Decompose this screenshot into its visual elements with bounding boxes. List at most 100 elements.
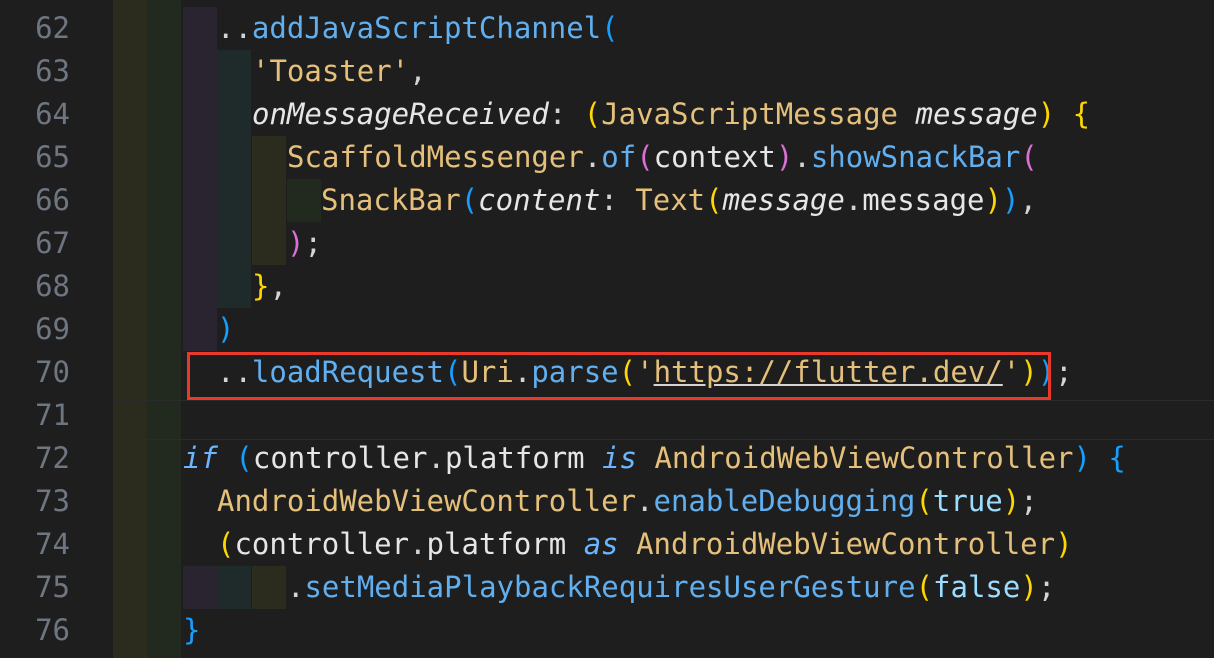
code-line[interactable]: 69) <box>0 308 1214 351</box>
code-line[interactable]: 73 AndroidWebViewController.enableDebuggi… <box>0 480 1214 523</box>
code-token: controller <box>252 441 428 475</box>
code-text[interactable]: .setMediaPlaybackRequiresUserGesture(fal… <box>287 566 1055 609</box>
code-token: ( <box>915 484 933 518</box>
indent-guide <box>217 179 251 222</box>
code-line[interactable]: 74 (controller.platform as AndroidWebView… <box>0 523 1214 566</box>
code-token: ) <box>775 140 794 174</box>
code-token: ) <box>287 226 305 260</box>
code-token: ; <box>1037 570 1056 604</box>
code-token: ) <box>1037 97 1073 131</box>
code-text[interactable]: ScaffoldMessenger.of(context).showSnackB… <box>287 136 1038 179</box>
code-token: ) <box>1073 441 1109 475</box>
indent-guide <box>183 222 217 265</box>
highlight-box <box>187 352 1051 400</box>
code-token: . <box>793 140 811 174</box>
line-number: 74 <box>35 527 70 561</box>
code-token: platform <box>426 527 584 561</box>
code-token: . <box>583 140 602 174</box>
code-line[interactable]: 62 ..addJavaScriptChannel( <box>0 7 1214 50</box>
line-number: 73 <box>35 484 70 518</box>
code-token: . <box>427 441 445 475</box>
code-token: context <box>653 140 776 174</box>
code-token: , <box>409 54 427 88</box>
code-token: . <box>844 183 863 217</box>
indent-guide <box>217 566 251 609</box>
code-text[interactable]: } <box>183 609 200 652</box>
indent-guide <box>217 93 251 136</box>
code-token: } <box>252 269 270 303</box>
code-editor[interactable]: 62 ..addJavaScriptChannel( 63 'Toaster', 64 o… <box>0 0 1214 658</box>
code-text[interactable]: SnackBar(content: Text(message.message))… <box>321 179 1037 222</box>
code-token: : <box>600 183 636 217</box>
code-token: true <box>932 484 1003 518</box>
code-token: AndroidWebViewController <box>618 527 1056 561</box>
code-token: ( <box>583 97 602 131</box>
code-text[interactable]: AndroidWebViewController.enableDebugging… <box>217 480 1038 523</box>
code-token: content <box>478 183 601 217</box>
code-text[interactable]: 'Toaster', <box>252 50 427 93</box>
code-token: message <box>862 183 985 217</box>
code-token: ScaffoldMessenger <box>287 140 584 174</box>
code-text[interactable]: ) <box>217 308 234 351</box>
line-number: 72 <box>35 441 70 475</box>
code-token: ) <box>1002 484 1021 518</box>
indent-guide <box>183 93 217 136</box>
line-number: 71 <box>35 398 70 432</box>
line-number: 62 <box>35 11 70 45</box>
code-token: 'Toaster' <box>252 54 410 88</box>
code-token: Text <box>635 183 706 217</box>
code-text[interactable]: if (controller.platform is AndroidWebVie… <box>183 437 1126 480</box>
line-number: 63 <box>35 54 70 88</box>
code-token: ; <box>304 226 322 260</box>
code-token: false <box>933 570 1021 604</box>
code-token: ( <box>1020 140 1038 174</box>
code-line[interactable]: 75 .setMediaPlaybackRequiresUserGesture(f… <box>0 566 1214 609</box>
code-token: . <box>409 527 427 561</box>
indent-guide <box>252 179 286 222</box>
code-token: enableDebugging <box>653 484 916 518</box>
code-text[interactable]: }, <box>252 265 287 308</box>
indent-guide <box>183 308 217 351</box>
indent-guide <box>217 136 251 179</box>
code-text[interactable]: (controller.platform as AndroidWebViewCo… <box>217 523 1073 566</box>
indent-guide <box>252 566 286 609</box>
code-token: message <box>915 97 1038 131</box>
code-line[interactable]: 65 ScaffoldMessenger.of(context).showSnac… <box>0 136 1214 179</box>
indent-guide <box>217 50 251 93</box>
code-token: . <box>287 570 305 604</box>
line-number: 76 <box>35 613 70 647</box>
code-token: ) <box>984 183 1002 217</box>
code-token: ( <box>705 183 723 217</box>
code-line[interactable]: 67); <box>0 222 1214 265</box>
code-text[interactable]: onMessageReceived: (JavaScriptMessage me… <box>252 93 1090 136</box>
line-number: 66 <box>35 183 70 217</box>
code-text[interactable]: ); <box>287 222 322 265</box>
code-token: , <box>269 269 287 303</box>
code-line[interactable]: 72 if (controller.platform is AndroidWebV… <box>0 437 1214 480</box>
code-token: is <box>602 441 637 475</box>
code-line[interactable]: 64 onMessageReceived: (JavaScriptMessage … <box>0 93 1214 136</box>
code-token: ) <box>1020 570 1038 604</box>
code-text[interactable]: ..addJavaScriptChannel( <box>217 7 619 50</box>
code-token: setMediaPlaybackRequiresUserGesture <box>304 570 916 604</box>
code-token: ( <box>217 527 235 561</box>
code-line[interactable]: 71 <box>0 394 1214 437</box>
code-token: SnackBar <box>321 183 461 217</box>
code-token: as <box>583 527 619 561</box>
code-token: , <box>1019 183 1037 217</box>
indent-guide <box>183 179 217 222</box>
code-token: { <box>1108 441 1126 475</box>
indent-guide <box>287 179 321 222</box>
code-line[interactable]: 66 SnackBar(content: Text(message.message… <box>0 179 1214 222</box>
line-number: 64 <box>35 97 70 131</box>
code-line[interactable]: 76} <box>0 609 1214 652</box>
code-token: platform <box>444 441 603 475</box>
code-token: controller <box>234 527 410 561</box>
code-token: ) <box>217 312 235 346</box>
code-token: ( <box>601 11 619 45</box>
code-token: if <box>183 441 218 475</box>
code-line[interactable]: 68}, <box>0 265 1214 308</box>
code-line[interactable]: 63 'Toaster', <box>0 50 1214 93</box>
code-token: : <box>548 97 584 131</box>
